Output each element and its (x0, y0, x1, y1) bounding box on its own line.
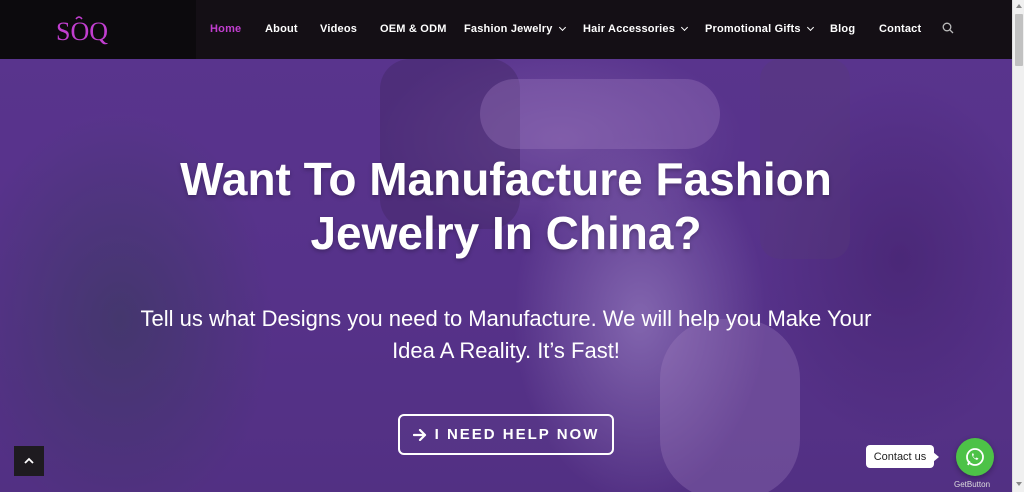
whatsapp-button[interactable] (956, 438, 994, 476)
chevron-down-icon (681, 23, 689, 32)
nav-contact[interactable]: Contact (879, 23, 921, 35)
nav-hair-accessories[interactable]: Hair Accessories (583, 23, 689, 35)
svg-text:SOQ: SOQ (56, 17, 108, 45)
arrow-right-icon (412, 428, 426, 441)
nav-promotional-gifts[interactable]: Promotional Gifts (705, 23, 814, 35)
contact-us-tooltip[interactable]: Contact us (866, 445, 939, 468)
site-header: SOQ Home About Videos OEM & ODM Fashion … (0, 0, 1012, 59)
nav-about[interactable]: About (265, 23, 298, 35)
page: SOQ Home About Videos OEM & ODM Fashion … (0, 0, 1012, 492)
whatsapp-icon (966, 448, 984, 466)
cta-label: I NEED HELP NOW (434, 426, 600, 443)
hero-subtitle: Tell us what Designs you need to Manufac… (140, 306, 872, 363)
nav-videos[interactable]: Videos (320, 23, 357, 35)
nav-oem-odm[interactable]: OEM & ODM (380, 23, 447, 35)
page-scrollbar[interactable] (1012, 0, 1024, 492)
soq-logo[interactable]: SOQ (56, 15, 116, 45)
nav-home[interactable]: Home (210, 23, 241, 35)
nav-blog[interactable]: Blog (830, 23, 855, 35)
chevron-down-icon (806, 23, 814, 32)
scrollbar-thumb[interactable] (1015, 14, 1023, 66)
getbutton-label: GetButton (954, 480, 991, 489)
scroll-down-arrow[interactable] (1016, 482, 1022, 486)
search-icon[interactable] (942, 22, 954, 34)
scroll-up-arrow[interactable] (1016, 4, 1022, 8)
nav-fashion-jewelry[interactable]: Fashion Jewelry (464, 23, 566, 35)
hero-section: Want To Manufacture Fashion Jewelry In C… (0, 59, 1012, 492)
chevron-down-icon (558, 23, 566, 32)
chevron-up-icon (24, 457, 34, 464)
hero-title: Want To Manufacture Fashion Jewelry In C… (180, 153, 832, 259)
i-need-help-now-button[interactable]: I NEED HELP NOW (398, 414, 614, 455)
back-to-top-button[interactable] (14, 446, 44, 476)
